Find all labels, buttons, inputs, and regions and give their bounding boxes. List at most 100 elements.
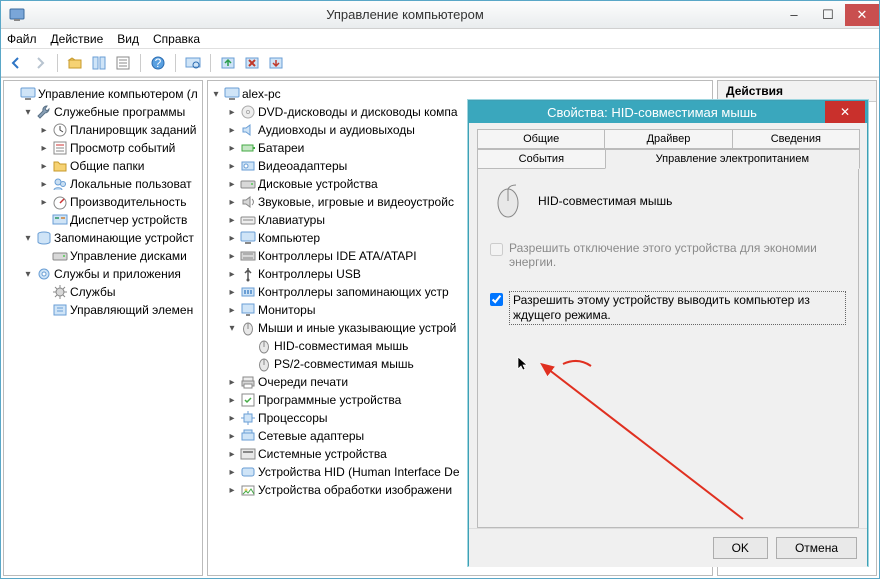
tab-general[interactable]: Общие: [477, 129, 605, 149]
close-button[interactable]: ✕: [845, 4, 879, 26]
tree-item[interactable]: Диспетчер устройств: [6, 211, 200, 229]
scan-button[interactable]: [182, 52, 204, 74]
tree-item[interactable]: ▸ Производительность: [6, 193, 200, 211]
tree-item-label: Видеоадаптеры: [258, 159, 347, 173]
tree-item[interactable]: Управление дисками: [6, 247, 200, 265]
keyboard-icon: [240, 212, 256, 228]
dialog-title: Свойства: HID-совместимая мышь: [479, 105, 825, 120]
collapse-icon[interactable]: ▾: [226, 322, 238, 334]
mouse-icon: [256, 356, 272, 372]
expand-icon[interactable]: ▸: [226, 196, 238, 208]
tree-item[interactable]: Службы: [6, 283, 200, 301]
expand-icon[interactable]: ▸: [226, 214, 238, 226]
devmgr-icon: [52, 212, 68, 228]
ok-button[interactable]: OK: [713, 537, 768, 559]
tab-events[interactable]: События: [477, 149, 606, 169]
tab-driver[interactable]: Драйвер: [604, 129, 732, 149]
allow-wake-row[interactable]: Разрешить этому устройству выводить комп…: [490, 291, 846, 325]
tree-item[interactable]: ▾Запоминающие устройст: [6, 229, 200, 247]
collapse-icon[interactable]: ▾: [210, 88, 222, 100]
expand-icon[interactable]: ▸: [226, 142, 238, 154]
expand-icon[interactable]: ▸: [226, 304, 238, 316]
help-button[interactable]: ?: [147, 52, 169, 74]
expand-icon[interactable]: ▸: [226, 376, 238, 388]
uninstall-button[interactable]: [241, 52, 263, 74]
tree-item-label: HID-совместимая мышь: [274, 339, 408, 353]
allow-wake-checkbox[interactable]: [490, 293, 503, 306]
tree-item[interactable]: Управление компьютером (л: [6, 85, 200, 103]
users-icon: [52, 176, 68, 192]
expand-icon[interactable]: ▸: [38, 196, 50, 208]
expand-icon[interactable]: ▸: [226, 160, 238, 172]
tree-item-label: Производительность: [70, 195, 186, 209]
menu-view[interactable]: Вид: [117, 32, 139, 46]
left-tree-panel: Управление компьютером (л▾Служебные прог…: [3, 80, 203, 576]
collapse-icon[interactable]: ▾: [22, 232, 34, 244]
minimize-button[interactable]: –: [777, 4, 811, 26]
computer-icon: [224, 86, 240, 102]
menu-action[interactable]: Действие: [51, 32, 104, 46]
dialog-button-row: OK Отмена: [469, 528, 867, 567]
tree-item-label: Планировщик заданий: [70, 123, 196, 137]
allow-wake-label[interactable]: Разрешить этому устройству выводить комп…: [509, 291, 846, 325]
menu-file[interactable]: Файл: [7, 32, 37, 46]
dialog-close-button[interactable]: ✕: [825, 101, 865, 123]
expand-icon[interactable]: ▸: [226, 412, 238, 424]
wrench-icon: [36, 104, 52, 120]
tree-item-label: alex-pc: [242, 87, 281, 101]
expand-icon[interactable]: ▸: [226, 394, 238, 406]
actions-header: Действия: [718, 81, 876, 102]
maximize-button[interactable]: ☐: [811, 4, 845, 26]
collapse-icon[interactable]: ▾: [22, 106, 34, 118]
expand-icon[interactable]: ▸: [38, 160, 50, 172]
tree-item[interactable]: ▸Общие папки: [6, 157, 200, 175]
expand-icon[interactable]: ▸: [226, 250, 238, 262]
usb-icon: [240, 266, 256, 282]
tree-item-label: PS/2-совместимая мышь: [274, 357, 414, 371]
tree-item-label: Устройства HID (Human Interface De: [258, 465, 460, 479]
tree-item[interactable]: ▸Локальные пользоват: [6, 175, 200, 193]
tab-details[interactable]: Сведения: [732, 129, 860, 149]
imaging-icon: [240, 482, 256, 498]
properties-dialog: Свойства: HID-совместимая мышь ✕ Общие Д…: [468, 100, 868, 566]
tree-item-label: Дисковые устройства: [258, 177, 378, 191]
audio-icon: [240, 122, 256, 138]
expand-icon[interactable]: ▸: [38, 124, 50, 136]
expand-icon[interactable]: ▸: [226, 466, 238, 478]
tree-item[interactable]: Управляющий элемен: [6, 301, 200, 319]
back-button[interactable]: [5, 52, 27, 74]
tree-item-label: Звуковые, игровые и видеоустройс: [258, 195, 454, 209]
tab-power[interactable]: Управление электропитанием: [605, 149, 860, 169]
tree-item[interactable]: ▾Службы и приложения: [6, 265, 200, 283]
tree-item[interactable]: ▸Просмотр событий: [6, 139, 200, 157]
cancel-button[interactable]: Отмена: [776, 537, 857, 559]
no-expander: [38, 286, 50, 298]
no-expander: [242, 358, 254, 370]
disable-button[interactable]: [265, 52, 287, 74]
forward-button[interactable]: [29, 52, 51, 74]
expand-icon[interactable]: ▸: [226, 430, 238, 442]
menu-help[interactable]: Справка: [153, 32, 200, 46]
tree-item-label: DVD-дисководы и дисководы компа: [258, 105, 458, 119]
disk-icon: [240, 176, 256, 192]
tree-item-label: Процессоры: [258, 411, 328, 425]
expand-icon[interactable]: ▸: [226, 232, 238, 244]
expand-icon[interactable]: ▸: [226, 448, 238, 460]
wmi-icon: [52, 302, 68, 318]
show-hide-button[interactable]: [88, 52, 110, 74]
expand-icon[interactable]: ▸: [226, 106, 238, 118]
expand-icon[interactable]: ▸: [226, 484, 238, 496]
expand-icon[interactable]: ▸: [226, 286, 238, 298]
up-button[interactable]: [64, 52, 86, 74]
expand-icon[interactable]: ▸: [38, 178, 50, 190]
collapse-icon[interactable]: ▾: [22, 268, 34, 280]
properties-button[interactable]: [112, 52, 134, 74]
tree-item[interactable]: ▾Служебные программы: [6, 103, 200, 121]
cursor-annotation: [516, 355, 532, 374]
update-driver-button[interactable]: [217, 52, 239, 74]
expand-icon[interactable]: ▸: [226, 124, 238, 136]
expand-icon[interactable]: ▸: [38, 142, 50, 154]
tree-item[interactable]: ▸ Планировщик заданий: [6, 121, 200, 139]
expand-icon[interactable]: ▸: [226, 178, 238, 190]
expand-icon[interactable]: ▸: [226, 268, 238, 280]
